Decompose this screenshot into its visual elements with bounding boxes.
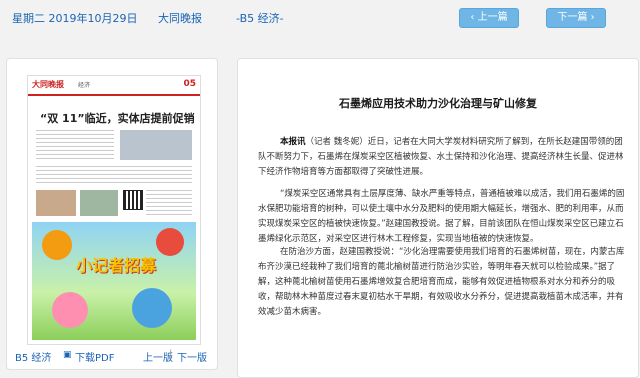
ad-decoration xyxy=(156,228,184,256)
thumbnail-text-block xyxy=(146,190,192,216)
thumbnail-text-block xyxy=(36,130,114,160)
article-paragraph: 本报讯（记者 魏冬妮）近日，记者在大同大学炭材料研究所了解到，在所长赵建国带领的… xyxy=(258,135,628,180)
ad-title: 小记者招募 xyxy=(76,256,157,275)
article-title: 石墨烯应用技术助力沙化治理与矿山修复 xyxy=(339,97,537,110)
page-section-link[interactable]: B5 经济 xyxy=(15,349,51,364)
thumbnail-text-block xyxy=(36,166,192,186)
pager-separator: | xyxy=(169,349,173,360)
article-paragraph-text: （记者 魏冬妮）近日，记者在大同大学炭材料研究所了解到，在所长赵建国带领的团队不… xyxy=(258,137,624,177)
ad-decoration xyxy=(42,230,72,260)
next-article-label: 下一篇 xyxy=(557,12,588,23)
thumbnail-section: 经济 xyxy=(78,82,91,89)
left-arrow-icon: ‹ xyxy=(470,12,478,23)
page-thumbnail[interactable]: 大同晚报 经济 05 “双 11”临近，实体店提前促销 小记者招募 xyxy=(27,75,201,345)
page-thumbnail-panel: 大同晚报 经济 05 “双 11”临近，实体店提前促销 小记者招募 B5 经济 … xyxy=(6,58,218,370)
right-arrow-icon: › xyxy=(587,12,595,23)
ad-decoration xyxy=(132,288,172,328)
thumbnail-masthead: 大同晚报 经济 05 xyxy=(28,76,200,96)
thumbnail-photo xyxy=(120,130,192,160)
download-pdf-link[interactable]: 下载PDF xyxy=(75,349,114,364)
prev-article-button[interactable]: ‹ 上一篇 xyxy=(459,8,519,28)
section-name[interactable]: -B5 经济- xyxy=(236,10,284,26)
thumbnail-logo: 大同晚报 xyxy=(32,80,64,89)
article-paragraph: 在防治沙方面，赵建国教授说：“沙化治理需要使用我们培育的石墨烯树苗，现在，内蒙古… xyxy=(258,247,625,317)
qr-code-icon xyxy=(123,190,143,210)
thumbnail-page-number: 05 xyxy=(183,79,196,89)
article-panel: 石墨烯应用技术助力沙化治理与矿山修复 本报讯（记者 魏冬妮）近日，记者在大同大学… xyxy=(237,58,639,378)
prev-article-label: 上一篇 xyxy=(477,12,508,23)
paper-name[interactable]: 大同晚报 xyxy=(158,10,202,26)
next-article-button[interactable]: 下一篇 › xyxy=(546,8,606,28)
pdf-icon: ▣ xyxy=(63,350,72,360)
article-lead: 本报讯 xyxy=(280,137,306,147)
next-page-link[interactable]: 下一版 xyxy=(177,349,207,364)
thumbnail-headline: “双 11”临近，实体店提前促销 xyxy=(40,112,195,125)
issue-date: 星期二 2019年10月29日 xyxy=(12,12,138,25)
ad-decoration xyxy=(52,292,88,328)
thumbnail-advertisement: 小记者招募 xyxy=(32,222,196,340)
thumbnail-photo xyxy=(80,190,118,216)
article-paragraph: “煤炭采空区通常具有土层厚度薄、缺水严重等特点，普通植被难以成活，我们用石墨烯的… xyxy=(258,189,625,244)
thumbnail-photo xyxy=(36,190,76,216)
top-bar: 星期二 2019年10月29日 大同晚报 -B5 经济- ‹ 上一篇 下一篇 › xyxy=(0,0,640,34)
